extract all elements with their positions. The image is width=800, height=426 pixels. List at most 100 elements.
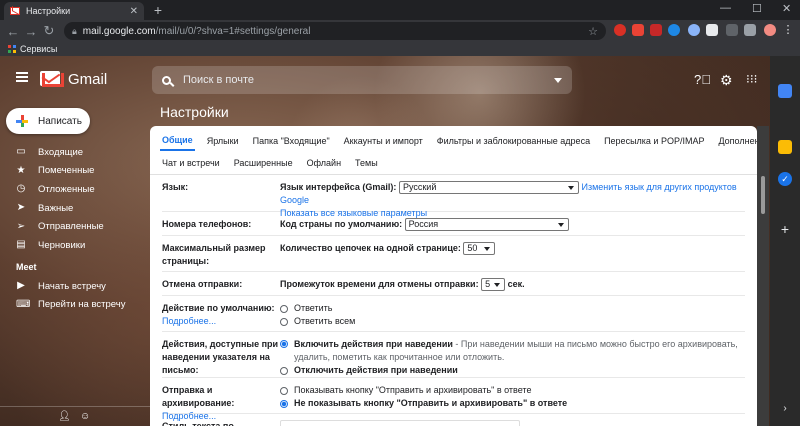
hangouts-icon[interactable]: ☺	[80, 411, 90, 422]
sidebar-item-sent[interactable]: ➢ Отправленные	[0, 217, 145, 236]
keyboard-icon: ⌨	[16, 298, 31, 310]
expand-panel-icon[interactable]: ›	[778, 402, 792, 416]
radio-button[interactable]	[280, 366, 288, 375]
tab-labels[interactable]: Ярлыки	[205, 132, 241, 150]
tasks-icon[interactable]: ✓	[778, 172, 792, 186]
browser-toolbar: ← → ↻ 🔒︎ mail.google.com/mail/u/0/?shva=…	[0, 20, 800, 42]
field-label: Код страны по умолчанию:	[280, 219, 403, 229]
bookmark-services[interactable]: Сервисы	[20, 44, 57, 54]
compose-label: Написать	[38, 115, 82, 127]
search-input[interactable]: Поиск в почте	[183, 74, 554, 86]
radio-button[interactable]	[280, 304, 288, 313]
gmail-header: Gmail Поиск в почте ?⃝ ⚙ ⁝⁝⁝ ЧL	[0, 56, 800, 102]
setting-page-size: Максимальный размер страницы: Количество…	[162, 236, 745, 272]
clock-icon: ◷	[16, 183, 26, 195]
sidebar-item-snoozed[interactable]: ◷ Отложенные	[0, 180, 145, 199]
radio-button[interactable]	[280, 386, 288, 395]
tab-offline[interactable]: Офлайн	[305, 154, 343, 172]
keep-icon[interactable]	[778, 140, 792, 154]
menu-kebab-icon[interactable]: ⋮	[782, 24, 794, 36]
field-label: Язык интерфейса (Gmail):	[280, 182, 397, 192]
search-options-icon[interactable]	[554, 77, 562, 83]
tab-chat[interactable]: Чат и встречи	[160, 154, 222, 172]
field-label: Количество цепочек на одной странице:	[280, 243, 461, 253]
tab-inbox[interactable]: Папка "Входящие"	[251, 132, 332, 150]
bookmarks-bar: Сервисы	[0, 42, 800, 56]
sidebar-item-inbox[interactable]: ▭ Входящие	[0, 143, 145, 162]
scrollbar-thumb[interactable]	[761, 176, 765, 214]
gmail-logo-text[interactable]: Gmail	[68, 71, 107, 88]
meet-heading: Meet	[16, 262, 37, 272]
new-tab-button[interactable]: +	[150, 3, 166, 17]
setting-hover-actions: Действия, доступные при наведении указат…	[162, 332, 745, 378]
extension-tile-icon[interactable]	[726, 24, 738, 36]
radio-hover-off[interactable]: Отключить действия при наведении	[280, 364, 745, 377]
radio-show-send-archive[interactable]: Показывать кнопку "Отправить и архивиров…	[280, 384, 745, 397]
send-icon: ➢	[16, 220, 26, 232]
tab-filters[interactable]: Фильтры и заблокированные адреса	[435, 132, 592, 150]
forward-icon[interactable]: →	[22, 24, 40, 39]
inbox-icon: ▭	[16, 146, 26, 158]
side-panel: ✓ + ›	[770, 56, 800, 426]
tab-addons[interactable]: Дополнения	[716, 132, 757, 150]
sidebar-item-drafts[interactable]: ▤ Черновики	[0, 236, 145, 255]
radio-button-checked[interactable]	[280, 399, 288, 408]
bookmark-star-icon[interactable]: ☆	[588, 25, 598, 38]
page-size-select[interactable]: 50	[463, 242, 496, 256]
reload-icon[interactable]: ↻	[40, 23, 58, 39]
language-select[interactable]: Русский	[398, 181, 579, 195]
radio-button[interactable]	[280, 317, 288, 326]
close-window-button[interactable]: ✕	[782, 2, 791, 15]
minimize-button[interactable]: —	[720, 2, 731, 14]
extensions-puzzle-icon[interactable]	[744, 24, 756, 36]
search-bar[interactable]: Поиск в почте	[152, 66, 572, 94]
extension-blue-icon[interactable]	[668, 24, 680, 36]
apps-icon[interactable]: ⁝⁝⁝	[746, 72, 757, 86]
undo-seconds-select[interactable]: 5	[481, 278, 506, 292]
profile-icon[interactable]	[764, 24, 776, 36]
country-select[interactable]: Россия	[404, 218, 569, 232]
learn-more-link[interactable]: Подробнее...	[162, 315, 280, 328]
calendar-icon[interactable]	[778, 84, 792, 98]
sidebar-item-important[interactable]: ➤ Важные	[0, 199, 145, 218]
gear-icon[interactable]: ⚙	[720, 72, 733, 89]
settings-rows: Язык: Язык интерфейса (Gmail): Русский И…	[150, 175, 757, 426]
setting-send-archive: Отправка и архивирование: Подробнее... По…	[162, 378, 745, 421]
video-icon: ▶	[17, 280, 25, 292]
main-menu-icon[interactable]	[16, 72, 28, 82]
extension-square-icon[interactable]	[706, 24, 718, 36]
help-icon[interactable]: ?⃝	[694, 72, 711, 87]
sidebar-item-new-meeting[interactable]: ▶ Начать встречу	[0, 277, 145, 296]
back-icon[interactable]: ←	[4, 24, 22, 39]
maximize-button[interactable]: ☐	[752, 2, 762, 15]
radio-hover-on[interactable]: Включить действия при наведении - При на…	[280, 338, 745, 364]
add-addon-icon[interactable]: +	[778, 222, 792, 236]
extension-globe-icon[interactable]	[688, 24, 700, 36]
apps-grid-icon[interactable]	[8, 45, 16, 53]
tab-general[interactable]: Общие	[160, 131, 195, 151]
extension-abp-icon[interactable]	[650, 24, 662, 36]
extension-adblock-icon[interactable]	[632, 24, 644, 36]
sidebar-item-starred[interactable]: ★ Помеченные	[0, 162, 145, 181]
tab-close-icon[interactable]: ✕	[130, 6, 138, 17]
radio-hide-send-archive[interactable]: Не показывать кнопку "Отправить и архиви…	[280, 397, 745, 410]
radio-button-checked[interactable]	[280, 340, 288, 348]
browser-tab[interactable]: Настройки ✕	[4, 2, 144, 20]
setting-label: Максимальный размер страницы:	[162, 243, 266, 266]
radio-reply[interactable]: Ответить	[280, 302, 745, 315]
tab-themes[interactable]: Темы	[353, 154, 380, 172]
sidebar-item-join-meeting[interactable]: ⌨ Перейти на встречу	[0, 296, 145, 315]
extension-red-icon[interactable]	[614, 24, 626, 36]
person-icon[interactable]: 👤︎	[58, 411, 71, 422]
compose-button[interactable]: Написать	[6, 108, 90, 134]
tab-accounts[interactable]: Аккаунты и импорт	[342, 132, 425, 150]
tab-advanced[interactable]: Расширенные	[232, 154, 295, 172]
star-icon: ★	[16, 164, 26, 176]
text-style-toolbar[interactable]	[280, 420, 520, 426]
radio-reply-all[interactable]: Ответить всем	[280, 315, 745, 328]
search-icon[interactable]	[162, 75, 171, 85]
scrollbar[interactable]	[757, 126, 769, 426]
tab-forwarding[interactable]: Пересылка и POP/IMAP	[602, 132, 706, 150]
address-bar[interactable]: 🔒︎ mail.google.com/mail/u/0/?shva=1#sett…	[64, 22, 606, 40]
gmail-logo-icon[interactable]	[40, 71, 64, 87]
